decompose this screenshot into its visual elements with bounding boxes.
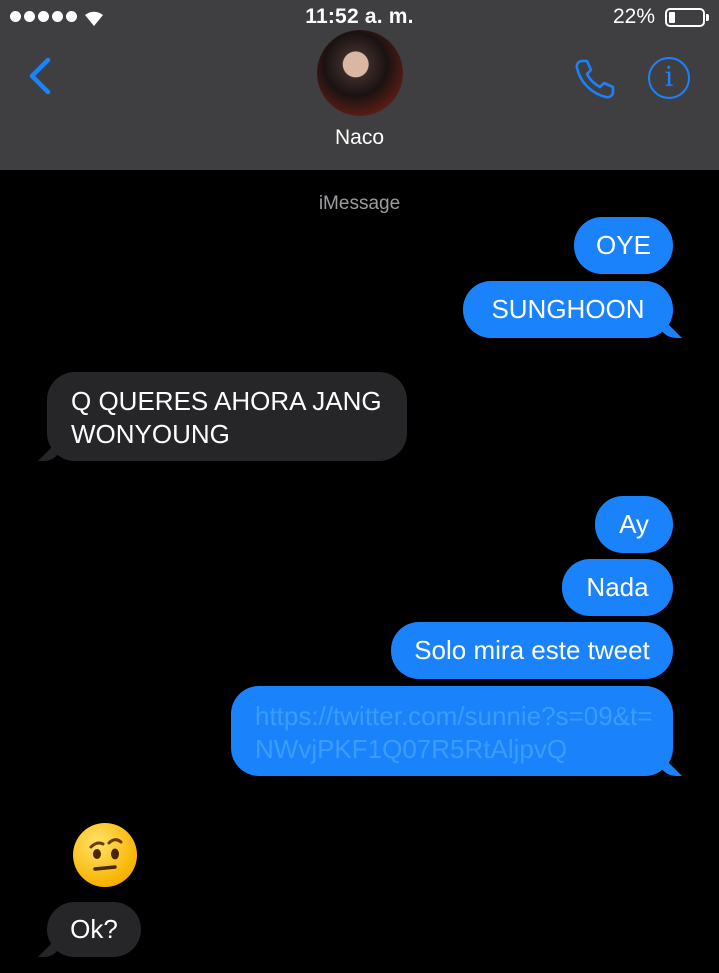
battery-icon — [665, 8, 709, 27]
message-bubble[interactable]: OYE — [574, 217, 673, 274]
back-chevron-icon[interactable] — [26, 54, 56, 98]
contact-name[interactable]: Naco — [0, 126, 719, 150]
link-message-bubble[interactable]: https://twitter.com/sunnie?s=09&t=NWvjPK… — [231, 686, 673, 776]
navigation-header: 11:52 a. m. 22% Naco i — [0, 0, 719, 170]
message-text: Nada — [586, 572, 649, 602]
battery-percent: 22% — [612, 5, 655, 28]
message-bubble[interactable]: Ok? — [47, 902, 141, 957]
message-text: Ay — [619, 509, 649, 539]
face-with-raised-eyebrow-emoji[interactable] — [73, 823, 137, 887]
phone-icon[interactable] — [572, 56, 618, 102]
status-time: 11:52 a. m. — [305, 5, 414, 28]
message-bubble[interactable]: Ay — [595, 496, 673, 553]
tweet-link[interactable]: https://twitter.com/sunnie?s=09&t=NWvjPK… — [255, 701, 652, 764]
service-label: iMessage — [318, 193, 401, 214]
message-bubble[interactable]: SUNGHOON — [463, 281, 673, 338]
contact-avatar[interactable] — [317, 30, 403, 116]
raised-eyebrow-face-icon — [89, 838, 123, 871]
message-bubble[interactable]: Q QUERES AHORA JANG WONYOUNG — [47, 372, 407, 461]
message-text: SUNGHOON — [491, 294, 645, 324]
info-icon[interactable]: i — [648, 57, 690, 99]
message-bubble[interactable]: Solo mira este tweet — [391, 622, 673, 679]
message-text: Solo mira este tweet — [414, 635, 650, 665]
status-bar: 11:52 a. m. 22% — [0, 0, 719, 34]
message-text: Q QUERES AHORA JANG WONYOUNG — [71, 386, 382, 449]
message-bubble[interactable]: Nada — [562, 559, 673, 616]
message-text: OYE — [596, 230, 651, 260]
message-text: Ok? — [70, 914, 118, 944]
